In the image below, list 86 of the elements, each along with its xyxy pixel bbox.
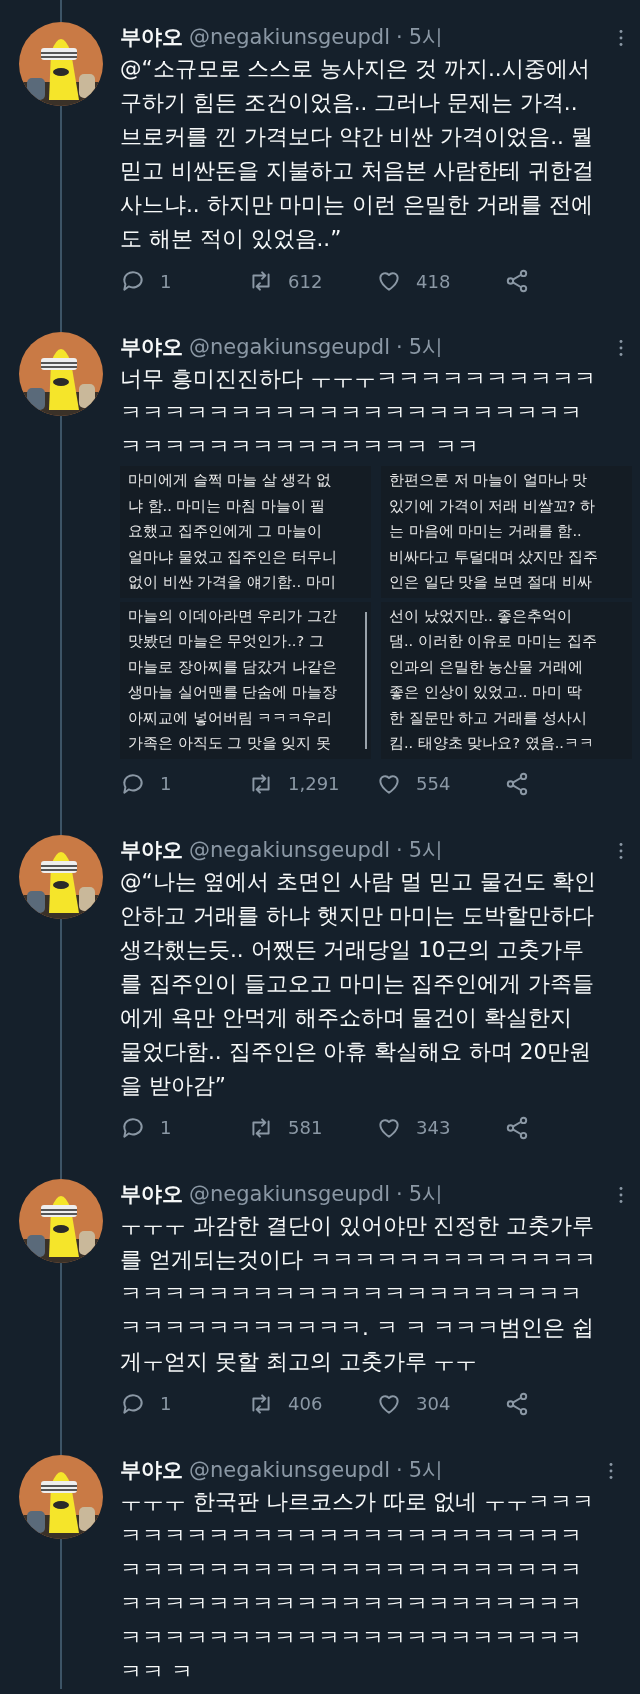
separator-dot: · xyxy=(396,1180,403,1208)
timestamp: 5시 xyxy=(408,334,444,361)
screenshot-text: 인과의 은밀한 농산물 거래에 xyxy=(389,657,584,677)
tweet-text: 를 집주인이 들고오고 마미는 집주인에게 가족들 xyxy=(120,969,596,998)
tweet-text: @“나는 옆에서 초면인 사람 멀 믿고 물건도 확인 xyxy=(120,867,598,896)
reply-count: 1 xyxy=(160,269,172,294)
timestamp: 5시 xyxy=(408,1456,444,1484)
retweet-count: 1,291 xyxy=(288,772,340,796)
timestamp: 5시 xyxy=(408,836,444,864)
tweet-text: ㅋㅋㅋㅋㅋㅋㅋㅋㅋㅋㅋㅋㅋㅋㅋㅋㅋㅋㅋㅋㅋ xyxy=(120,1279,583,1308)
screenshot-text: 좋은 인상이 있었고.. 마미 딱 xyxy=(389,683,583,702)
author-name[interactable]: 부야오 xyxy=(120,834,183,865)
reply-count: 1 xyxy=(160,1116,172,1140)
author-name[interactable]: 부야오 xyxy=(120,22,183,52)
screenshot-text: 가족은 아직도 그 맛을 잊지 못 xyxy=(128,734,333,753)
reply-count: 1 xyxy=(160,772,172,796)
tweet-text: ㅜㅜㅜ 한국판 나르코스가 따로 없네 ㅜㅜㅋㅋㅋ xyxy=(120,1487,596,1516)
tweet-text: ㅋㅋ ㅋ xyxy=(120,1657,194,1686)
tweet-text: @“소규모로 스스로 농사지은 것 까지..시중에서 xyxy=(120,55,591,83)
tweet-text: 에게 욕만 안먹게 해주쇼하며 물건이 확실한지 xyxy=(120,1003,574,1032)
tweet-text: ㅋㅋㅋㅋㅋㅋㅋㅋㅋㅋㅋㅋㅋㅋㅋㅋㅋㅋㅋㅋㅋ xyxy=(120,1521,583,1550)
screenshot-text: 인은 일단 맛을 보면 절대 비싸 xyxy=(389,573,594,592)
tweet-text: 믿고 비싼돈을 지불하고 처음본 사람한테 귀한걸 xyxy=(120,157,596,185)
separator-dot: · xyxy=(396,1456,403,1484)
timestamp: 5시 xyxy=(408,1180,444,1208)
tweet-text: 물었다함.. 집주인은 아휴 확실해요 하며 20만원 xyxy=(120,1037,593,1066)
screenshot-text: 아찌교에 넣어버림 ㅋㅋㅋ우리 xyxy=(128,708,334,728)
screenshot-text: 비싸다고 투덜대며 샀지만 집주 xyxy=(389,547,599,567)
screenshot-text: 있기에 가격이 저래 비쌀꼬? 하 xyxy=(389,496,597,516)
author-name[interactable]: 부야오 xyxy=(120,332,183,362)
user-handle[interactable]: @negakiunsgeupdl xyxy=(189,1454,391,1485)
tweet-text: ㅋㅋㅋㅋㅋㅋㅋㅋㅋㅋㅋㅋㅋㅋㅋㅋㅋㅋㅋㅋㅋ xyxy=(120,399,583,427)
separator-dot: · xyxy=(396,24,403,51)
screenshot-text: 얼마냐 물었고 집주인은 터무니 xyxy=(128,547,338,567)
user-handle[interactable]: @negakiunsgeupdl xyxy=(189,22,391,52)
author-name[interactable]: 부야오 xyxy=(120,1178,183,1209)
share-icon[interactable] xyxy=(504,770,530,797)
retweet-count: 581 xyxy=(288,1116,323,1140)
tweet-text: 브로커를 낀 가격보다 약간 비싼 가격이었음.. 뭘 xyxy=(120,123,594,151)
screenshot-text: 한편으론 저 마늘이 얼마나 맛 xyxy=(389,471,589,490)
retweet-count: 406 xyxy=(288,1392,323,1416)
tweet-text: 안하고 거래를 하냐 햇지만 마미는 도박할만하다 xyxy=(120,901,596,930)
tweet-text: 사느냐.. 하지만 마미는 이런 은밀한 거래를 전에 xyxy=(120,191,594,219)
retweet-count: 612 xyxy=(288,269,323,294)
like-count: 304 xyxy=(416,1392,451,1416)
screenshot-text: 마미에게 슬쩍 마늘 살 생각 없 xyxy=(128,471,333,490)
like-count: 343 xyxy=(416,1116,451,1140)
user-handle[interactable]: @negakiunsgeupdl xyxy=(189,1178,391,1209)
screenshot-text: 맛봤던 마늘은 무엇인가..? 그 xyxy=(128,632,325,651)
share-icon[interactable] xyxy=(504,268,530,294)
tweet-text: 도 해본 적이 있었음..” xyxy=(120,225,343,253)
tweet-text: ㅋㅋㅋㅋㅋㅋㅋㅋㅋㅋㅋㅋㅋㅋㅋㅋㅋㅋㅋㅋㅋ xyxy=(120,1623,583,1652)
screenshot-text: 댐.. 이러한 이유로 마미는 집주 xyxy=(389,632,598,651)
separator-dot: · xyxy=(396,836,403,864)
user-handle[interactable]: @negakiunsgeupdl xyxy=(189,834,391,865)
reply-icon[interactable] xyxy=(120,268,146,294)
tweet-text: ㅋㅋㅋㅋㅋㅋㅋㅋㅋㅋㅋ. ㅋ ㅋ ㅋㅋㅋ범인은 쉽 xyxy=(120,1313,596,1342)
screenshot-text: 마늘의 이데아라면 우리가 그간 xyxy=(128,606,338,626)
screenshot-text: 요했고 집주인에게 그 마늘이 xyxy=(128,522,323,541)
screenshot-text: 생마늘 실어맨를 단숨에 마늘장 xyxy=(128,683,338,702)
tweet-text: 구하기 힘든 조건이었음.. 그러나 문제는 가격.. xyxy=(120,89,579,117)
screenshot-text: 한 질문만 하고 거래를 성사시 xyxy=(389,708,589,728)
reply-count: 1 xyxy=(160,1392,172,1416)
tweet-text: ㅋㅋㅋㅋㅋㅋㅋㅋㅋㅋㅋㅋㅋㅋㅋㅋㅋㅋㅋㅋㅋ xyxy=(120,1589,583,1618)
tweet-text: ㅜㅜㅜ 과감한 결단이 있어야만 진정한 고춧가루 xyxy=(120,1211,596,1240)
tweet-text: ㅋㅋㅋㅋㅋㅋㅋㅋㅋㅋㅋㅋㅋㅋㅋㅋㅋㅋㅋㅋㅋ xyxy=(120,1555,583,1584)
screenshot-text: 냐 함.. 마미는 마침 마늘이 필 xyxy=(128,496,327,516)
tweet-text: 너무 흥미진진하다 ㅜㅜㅜㅋㅋㅋㅋㅋㅋㅋㅋㅋㅋ xyxy=(120,365,597,393)
screenshot-text: 없이 비싼 가격을 얘기함.. 마미 xyxy=(128,573,337,592)
screenshot-text: 는 마음에 마미는 거래를 함.. xyxy=(389,522,583,541)
screenshot-text: 선이 났었지만.. 좋은추억이 xyxy=(389,606,574,626)
screenshot-text: 마늘로 장아찌를 담갔거 나같은 xyxy=(128,657,338,677)
author-name[interactable]: 부야오 xyxy=(120,1454,183,1485)
tweet-text: 를 얻게되는것이다 ㅋㅋㅋㅋㅋㅋㅋㅋㅋㅋㅋㅋㅋ xyxy=(120,1245,597,1274)
user-handle[interactable]: @negakiunsgeupdl xyxy=(189,332,391,362)
tweet-text: ㅋㅋㅋㅋㅋㅋㅋㅋㅋㅋㅋㅋㅋㅋ ㅋㅋ xyxy=(120,433,480,461)
like-count: 554 xyxy=(416,772,451,796)
share-icon[interactable] xyxy=(504,1114,530,1141)
tweet-text: 생각했는듯.. 어쨌든 거래당일 10근의 고춧가루 xyxy=(120,935,586,964)
timestamp: 5시 xyxy=(408,24,444,51)
tweet-text: 을 받아감” xyxy=(120,1071,227,1100)
like-count: 418 xyxy=(416,269,451,294)
share-icon[interactable] xyxy=(504,1390,530,1417)
tweet-text: 게ㅜ얻지 못할 최고의 고춧가루 ㅜㅜ xyxy=(120,1347,479,1376)
separator-dot: · xyxy=(396,334,403,361)
screenshot-text: 킴.. 태양초 맞나요? 였음..ㅋㅋ xyxy=(389,734,595,753)
